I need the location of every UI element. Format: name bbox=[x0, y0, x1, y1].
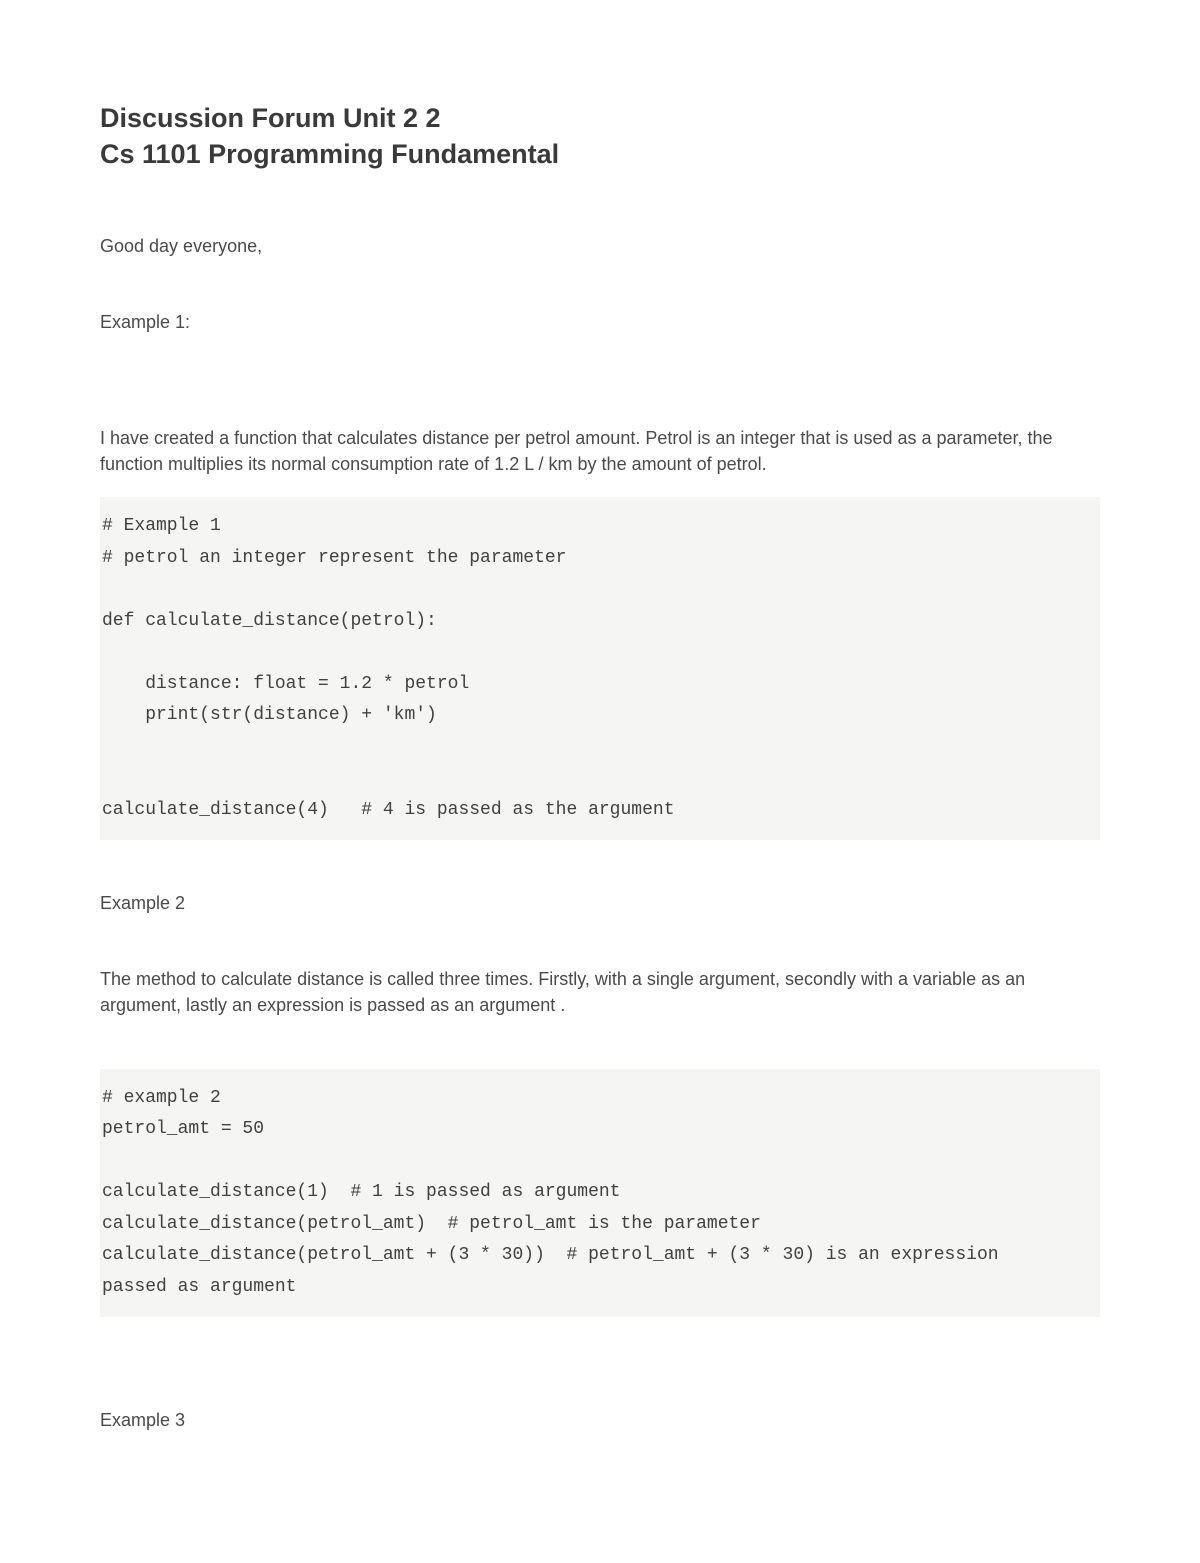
spacer bbox=[100, 1367, 1100, 1407]
greeting-text: Good day everyone, bbox=[100, 233, 1100, 259]
example-2-description: The method to calculate distance is call… bbox=[100, 966, 1100, 1018]
example-1-label: Example 1: bbox=[100, 309, 1100, 335]
example-2-code: # example 2 petrol_amt = 50 calculate_di… bbox=[100, 1069, 1100, 1318]
example-1-code: # Example 1 # petrol an integer represen… bbox=[100, 497, 1100, 840]
document-heading: Discussion Forum Unit 2 2 Cs 1101 Progra… bbox=[100, 100, 1100, 173]
example-2-label: Example 2 bbox=[100, 890, 1100, 916]
example-1-description: I have created a function that calculate… bbox=[100, 425, 1100, 477]
example-3-label: Example 3 bbox=[100, 1407, 1100, 1433]
heading-line-1: Discussion Forum Unit 2 2 bbox=[100, 100, 1100, 136]
spacer bbox=[100, 385, 1100, 425]
heading-line-2: Cs 1101 Programming Fundamental bbox=[100, 136, 1100, 172]
